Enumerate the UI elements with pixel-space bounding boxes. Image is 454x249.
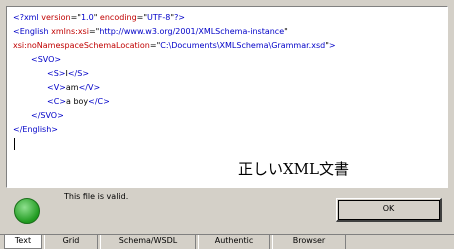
code-token: </S> xyxy=(67,69,90,78)
code-token: a boy xyxy=(66,97,89,106)
code-line: <?xml version="1.0" encoding="UTF-8"?> xyxy=(13,11,447,25)
code-token: am xyxy=(65,83,79,92)
code-token: <C> xyxy=(47,97,66,106)
code-token: </V> xyxy=(78,83,101,92)
code-token: xmlns:xsi xyxy=(51,27,89,36)
code-token: <SVO> xyxy=(31,55,62,64)
validation-message: This file is valid. xyxy=(64,192,129,201)
code-token: http://www.w3.org/2001/XMLSchema-instanc… xyxy=(99,27,285,36)
check-circle-icon xyxy=(14,198,40,224)
code-token: encoding xyxy=(99,13,137,22)
code-token: UTF-8 xyxy=(147,13,171,22)
code-token: =" xyxy=(88,27,100,36)
code-line: <V>am</V> xyxy=(13,81,447,95)
code-token: <?xml xyxy=(13,13,42,22)
code-token: =" xyxy=(149,41,161,50)
code-token: 1.0 xyxy=(80,13,94,22)
code-line: xsi:noNamespaceSchemaLocation="C:\Docume… xyxy=(13,39,447,53)
code-line: <SVO> xyxy=(13,53,447,67)
view-tab-bar: Text Grid Schema/WSDL Authentic Browser xyxy=(0,234,454,249)
code-token: <English xyxy=(13,27,52,36)
code-token: </English> xyxy=(13,125,58,134)
code-token: C:\Documents\XMLSchema\Grammar.xsd xyxy=(160,41,326,50)
code-token: version xyxy=(41,13,71,22)
tab-authentic[interactable]: Authentic xyxy=(198,235,270,249)
code-token: </C> xyxy=(88,97,110,106)
text-caret xyxy=(14,137,15,150)
code-token: ?> xyxy=(174,13,186,22)
ok-button[interactable]: OK xyxy=(336,198,442,222)
code-token: xsi:noNamespaceSchemaLocation xyxy=(13,41,150,50)
code-line: <S>I</S> xyxy=(13,67,447,81)
tab-text[interactable]: Text xyxy=(4,235,42,249)
code-token: <V> xyxy=(47,83,66,92)
code-token: =" xyxy=(136,13,148,22)
cursor-line xyxy=(13,137,447,151)
xml-text-editor[interactable]: <?xml version="1.0" encoding="UTF-8"?> <E… xyxy=(6,6,448,188)
code-token: =" xyxy=(70,13,81,22)
caption-label: 正しいXML文書 xyxy=(238,160,349,178)
code-token: <S> xyxy=(47,69,66,78)
tab-grid[interactable]: Grid xyxy=(44,235,98,249)
code-line: <English xmlns:xsi="http://www.w3.org/20… xyxy=(13,25,447,39)
code-line: </SVO> xyxy=(13,109,447,123)
code-token: " xyxy=(284,27,288,36)
tab-schema-wsdl[interactable]: Schema/WSDL xyxy=(100,235,196,249)
tab-browser[interactable]: Browser xyxy=(272,235,346,249)
code-line: </English> xyxy=(13,123,447,137)
code-token: > xyxy=(328,41,336,50)
code-token: </SVO> xyxy=(31,111,64,120)
code-line: <C>a boy</C> xyxy=(13,95,447,109)
